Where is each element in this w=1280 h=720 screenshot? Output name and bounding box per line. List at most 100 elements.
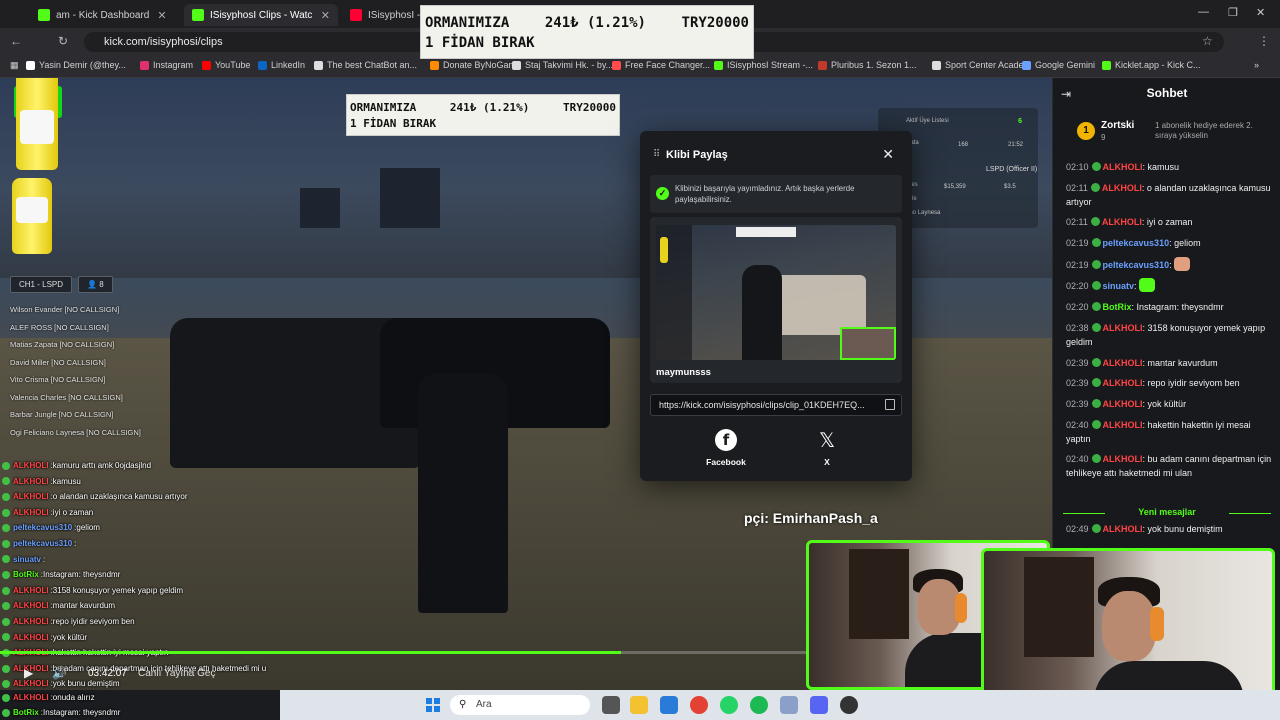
bookmark-item[interactable]: Sport Center Acade... (932, 60, 1031, 70)
message-user[interactable]: BotRix (1103, 302, 1132, 312)
copy-icon[interactable] (885, 399, 895, 410)
bookmark-item[interactable]: Pluribus 1. Sezon 1... (818, 60, 917, 70)
close-window-icon[interactable]: ✕ (1256, 6, 1265, 19)
bookmark-favicon-icon (26, 60, 35, 70)
clip-url-field[interactable]: https://kick.com/isisyphosi/clips/clip_0… (650, 394, 902, 416)
bookmark-item[interactable]: Free Face Changer... (612, 60, 710, 70)
kick-favicon-icon (192, 9, 204, 21)
minimize-icon[interactable]: — (1198, 6, 1209, 18)
chat-user: ALKHOLI (13, 601, 49, 611)
new-messages-divider[interactable]: Yeni mesajlar (1063, 507, 1271, 517)
clip-preview-card[interactable]: maymunsss (650, 217, 902, 383)
share-clip-modal: ⠿ Klibi Paylaş ✕ ✓ Klibinizi başarıyla y… (640, 131, 912, 481)
message-user[interactable]: peltekcavus310 (1103, 238, 1170, 248)
store-icon[interactable] (660, 696, 678, 714)
message-user[interactable]: ALKHOLI (1103, 378, 1143, 388)
bookmark-star-icon[interactable]: ☆ (1202, 34, 1213, 48)
radio-officer: David Miller [NO CALLSIGN] (10, 357, 106, 367)
more-bookmarks-icon[interactable]: » (1254, 60, 1259, 70)
youtube-favicon-icon (350, 9, 362, 21)
bookmark-item[interactable]: Instagram (140, 60, 193, 70)
message-text: kamusu (1147, 162, 1180, 172)
reload-icon[interactable]: ↻ (58, 34, 68, 48)
user-badge-icon (2, 680, 10, 689)
user-badge-icon (2, 508, 10, 517)
clip-author[interactable]: maymunsss (656, 367, 711, 378)
tab-label: am - Kick Dashboard (56, 9, 150, 21)
close-tab-icon[interactable]: ✕ (157, 9, 166, 22)
chat-message: 02:39 ALKHOLI: mantar kavurdum (1066, 357, 1218, 368)
clip-thumbnail[interactable] (656, 225, 896, 360)
bookmark-item[interactable]: Kicklet.app - Kick C... (1102, 60, 1201, 70)
close-icon[interactable]: ✕ (882, 146, 894, 163)
tab-youtube[interactable]: ISisyphosI - You (342, 4, 432, 26)
taskbar-search[interactable]: ⚲ Ara (450, 695, 590, 715)
message-text: repo iyidir seviyom ben (1147, 378, 1240, 389)
donation-text: ORMANIMIZA (425, 15, 510, 31)
message-user[interactable]: ALKHOLI (1102, 217, 1142, 227)
apps-grid-icon[interactable]: ▦ (10, 60, 19, 71)
bookmark-item[interactable]: Yasin Demir (@they... (26, 60, 126, 70)
bookmark-item[interactable]: Donate ByNoGame (430, 60, 521, 70)
user-badge-icon (2, 461, 10, 470)
play-icon[interactable]: ▶ (24, 666, 33, 680)
chat-user: sinuatv (13, 554, 42, 564)
close-tab-icon[interactable]: ✕ (321, 9, 330, 22)
game-chat-line: ALKHOLI: onuda alırız (0, 690, 280, 705)
go-live-button[interactable]: Canlı Yayına Geç (138, 668, 215, 679)
bottom-chat-strip: ALKHOLI: onuda alırız BotRix: Instagram:… (0, 690, 280, 720)
bookmark-item[interactable]: Google Gemini (1022, 60, 1095, 70)
bookmark-item[interactable]: ISisyphosI Stream -... (714, 60, 813, 70)
message-user[interactable]: ALKHOLI (1102, 183, 1142, 193)
chat-text: 3158 konuşuyor yemek yapıp geldim (52, 585, 184, 595)
donation-amount: 241₺ (1.21%) (449, 101, 530, 114)
chrome-icon[interactable] (690, 696, 708, 714)
tab-clips[interactable]: ISisyphosI Clips - Watch Liv ✕ (184, 4, 338, 26)
chat-message: 02:39 ALKHOLI: repo iyidir seviyom ben (1066, 378, 1240, 389)
message-user[interactable]: ALKHOLI (1103, 420, 1143, 430)
radio-officer: Barbar Jungle [NO CALLSIGN] (10, 410, 114, 419)
drag-handle-icon[interactable]: ⠿ (653, 149, 660, 160)
share-facebook-button[interactable]: f Facebook (686, 429, 766, 467)
tab-label: ISisyphosI Clips - Watch Liv (210, 9, 313, 21)
maximize-icon[interactable]: ❐ (1228, 6, 1238, 19)
volume-icon[interactable]: 🔊 (52, 666, 67, 680)
whatsapp-icon[interactable] (720, 696, 738, 714)
game-chat-line: ALKHOLI: o alandan uzaklaşınca kamusu ar… (0, 489, 290, 505)
chat-message: 02:10 ALKHOLI: kamusu (1066, 162, 1180, 172)
discord-icon[interactable] (810, 696, 828, 714)
app-icon[interactable] (840, 696, 858, 714)
message-user[interactable]: ALKHOLI (1103, 162, 1143, 172)
message-user[interactable]: ALKHOLI (1103, 358, 1143, 368)
bookmark-item[interactable]: LinkedIn (258, 60, 305, 70)
bookmark-item[interactable]: YouTube (202, 60, 250, 70)
message-time: 02:40 (1066, 419, 1089, 430)
message-user[interactable]: sinuatv (1103, 281, 1135, 291)
spotify-icon[interactable] (750, 696, 768, 714)
settings-icon[interactable] (780, 696, 798, 714)
tab-kick-dashboard[interactable]: am - Kick Dashboard ✕ (30, 4, 180, 26)
share-x-button[interactable]: 𝕏 X (787, 429, 867, 468)
message-time: 02:38 (1066, 322, 1089, 333)
bookmark-item[interactable]: The best ChatBot an... (314, 60, 417, 70)
menu-icon[interactable]: ⋮ (1258, 34, 1270, 48)
game-chat-line: ALKHOLI: mantar kavurdum (0, 598, 290, 614)
bottle-icon (16, 78, 58, 170)
message-user[interactable]: ALKHOLI (1103, 323, 1143, 333)
kick-favicon-icon (38, 9, 50, 21)
radio-officer: Wilson Evander [NO CALLSIGN] (10, 305, 120, 314)
bookmark-item[interactable]: Staj Takvimi Hk. - by... (512, 60, 613, 70)
message-user[interactable]: ALKHOLI (1103, 524, 1143, 534)
chat-text: kamusu (52, 476, 81, 486)
windows-start-icon[interactable] (426, 698, 440, 712)
message-time: 02:19 (1066, 238, 1089, 249)
back-icon[interactable]: ← (10, 34, 22, 48)
roster-stat: 21:52 (1008, 142, 1024, 148)
bottle-icon (12, 178, 52, 254)
message-user[interactable]: ALKHOLI (1103, 399, 1143, 409)
file-explorer-icon[interactable] (630, 696, 648, 714)
task-view-icon[interactable] (602, 696, 620, 714)
gift-leaderboard[interactable]: 1 Zortski 9 1 abonelik hediye ederek 2. … (1063, 114, 1275, 148)
message-user[interactable]: peltekcavus310 (1103, 260, 1170, 270)
message-user[interactable]: ALKHOLI (1103, 454, 1143, 464)
